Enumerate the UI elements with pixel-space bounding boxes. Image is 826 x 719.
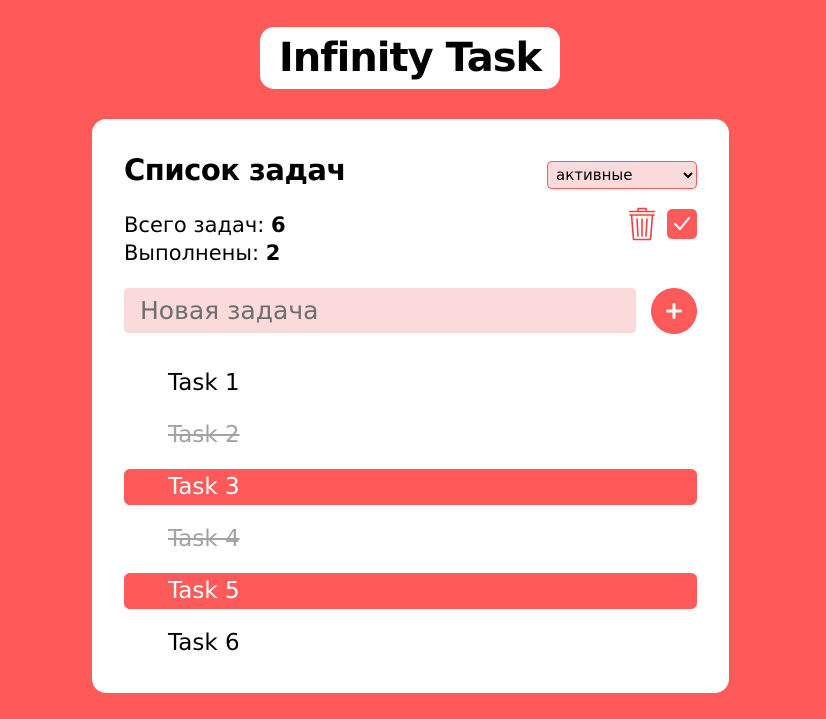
task-list: Task 1 Task 2 Task 3 Task 4 Task 5 Task …: [124, 365, 697, 677]
plus-icon: [666, 303, 682, 319]
done-tasks-value: 2: [265, 241, 281, 265]
done-tasks-label: Выполнены:: [124, 241, 266, 265]
card-heading: Список задач: [124, 153, 346, 187]
task-list-card: Список задач активные Всего задач: 6 Вып…: [92, 119, 729, 693]
delete-completed-button[interactable]: [627, 206, 657, 242]
total-tasks-label: Всего задач:: [124, 213, 272, 237]
trash-icon: [628, 207, 656, 241]
filter-select[interactable]: активные: [547, 161, 697, 189]
total-tasks-value: 6: [271, 213, 286, 237]
checkmark-icon: [674, 217, 690, 230]
new-task-input[interactable]: [124, 288, 636, 333]
mark-all-done-button[interactable]: [667, 209, 697, 239]
task-item[interactable]: Task 1: [124, 365, 697, 401]
task-stats: Всего задач: 6 Выполнены: 2: [124, 211, 286, 267]
total-tasks-row: Всего задач: 6: [124, 211, 286, 239]
task-item[interactable]: Task 4: [124, 521, 697, 557]
task-item[interactable]: Task 6: [124, 625, 697, 661]
app-title: Infinity Task: [260, 27, 560, 89]
done-tasks-row: Выполнены: 2: [124, 239, 286, 267]
task-item[interactable]: Task 5: [124, 573, 697, 609]
task-item[interactable]: Task 2: [124, 417, 697, 453]
task-item[interactable]: Task 3: [124, 469, 697, 505]
add-task-button[interactable]: [651, 288, 697, 334]
